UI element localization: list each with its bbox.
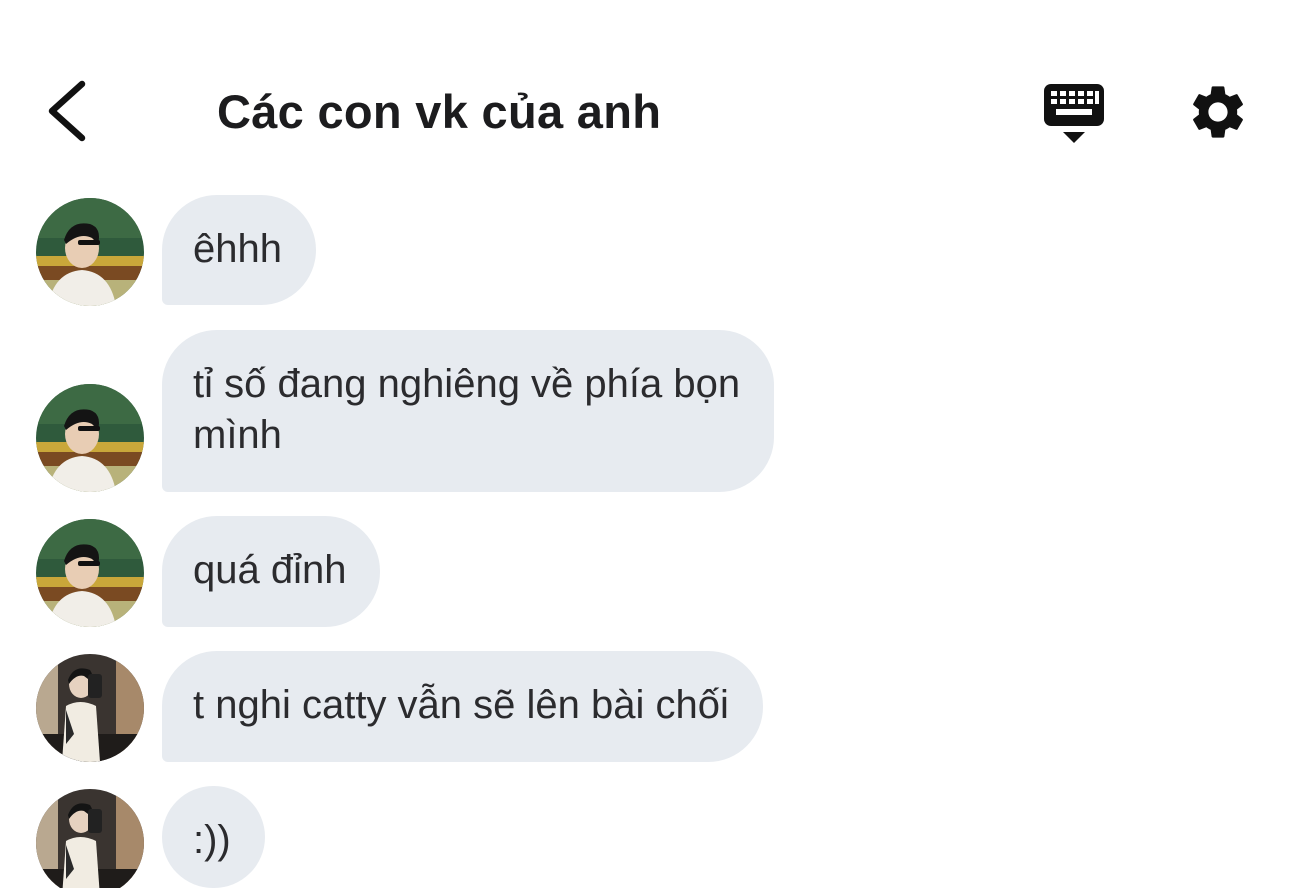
avatar-1-photo xyxy=(36,198,144,306)
message-bubble[interactable]: êhhh xyxy=(162,195,316,305)
message-text-line: mình xyxy=(193,413,282,457)
message-bubble[interactable]: t nghi catty vẫn sẽ lên bài chối xyxy=(162,651,763,762)
avatar[interactable] xyxy=(36,198,144,306)
message-bubble[interactable]: quá đỉnh xyxy=(162,516,381,627)
keyboard-icon xyxy=(1044,84,1104,143)
avatar[interactable] xyxy=(36,654,144,762)
avatar[interactable] xyxy=(36,789,144,888)
avatar[interactable] xyxy=(36,519,144,627)
avatar-2-photo xyxy=(36,789,144,888)
back-button[interactable] xyxy=(40,76,96,146)
message-bubble[interactable]: tỉ số đang nghiêng về phía bọn mình xyxy=(162,330,775,492)
avatar-2-photo xyxy=(36,654,144,762)
message-text: :)) xyxy=(193,818,231,862)
message-text-line: tỉ số đang nghiêng về phía bọn xyxy=(193,362,741,406)
gear-icon xyxy=(1193,86,1243,138)
message-text: êhhh xyxy=(193,227,282,271)
keyboard-button[interactable] xyxy=(1042,82,1106,146)
message-text: quá đỉnh xyxy=(193,548,347,592)
chat-screen: Các con vk của anh êhhh tỉ số đang nghiê… xyxy=(0,0,1290,888)
avatar[interactable] xyxy=(36,384,144,492)
settings-button[interactable] xyxy=(1186,80,1250,144)
message-bubble[interactable]: :)) xyxy=(162,786,265,888)
avatar-1-photo xyxy=(36,384,144,492)
avatar-1-photo xyxy=(36,519,144,627)
conversation-title: Các con vk của anh xyxy=(217,85,662,138)
chevron-left-icon xyxy=(48,80,86,142)
message-text: t nghi catty vẫn sẽ lên bài chối xyxy=(193,683,729,727)
